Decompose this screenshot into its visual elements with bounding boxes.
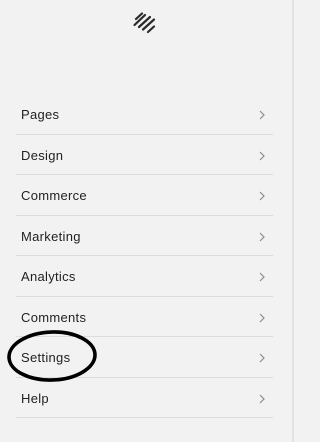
menu-item-label: Design [21, 147, 64, 163]
chevron-right-icon [259, 272, 265, 282]
squarespace-logo-icon[interactable] [132, 12, 158, 34]
panel-right-edge [292, 0, 294, 442]
menu-item-analytics[interactable]: Analytics [16, 256, 273, 297]
menu-item-commerce[interactable]: Commerce [16, 175, 273, 216]
menu-item-settings[interactable]: Settings [16, 337, 273, 378]
menu-item-label: Analytics [21, 269, 76, 284]
main-menu: Pages Design Commerce Marketing Analytic… [16, 94, 273, 418]
menu-item-label: Settings [21, 350, 71, 365]
chevron-right-icon [259, 110, 265, 120]
menu-item-comments[interactable]: Comments [16, 297, 273, 337]
chevron-right-icon [259, 313, 265, 323]
menu-item-label: Comments [21, 309, 87, 325]
menu-item-marketing[interactable]: Marketing [16, 216, 273, 256]
menu-item-label: Pages [21, 107, 60, 122]
menu-item-label: Help [21, 390, 49, 406]
chevron-right-icon [259, 191, 265, 201]
menu-item-label: Marketing [21, 228, 81, 244]
menu-item-pages[interactable]: Pages [16, 94, 273, 135]
menu-item-design[interactable]: Design [16, 135, 273, 175]
menu-item-help[interactable]: Help [16, 378, 273, 418]
chevron-right-icon [259, 353, 265, 363]
chevron-right-icon [259, 232, 265, 242]
menu-item-label: Commerce [21, 188, 87, 203]
chevron-right-icon [259, 151, 265, 161]
chevron-right-icon [259, 394, 265, 404]
